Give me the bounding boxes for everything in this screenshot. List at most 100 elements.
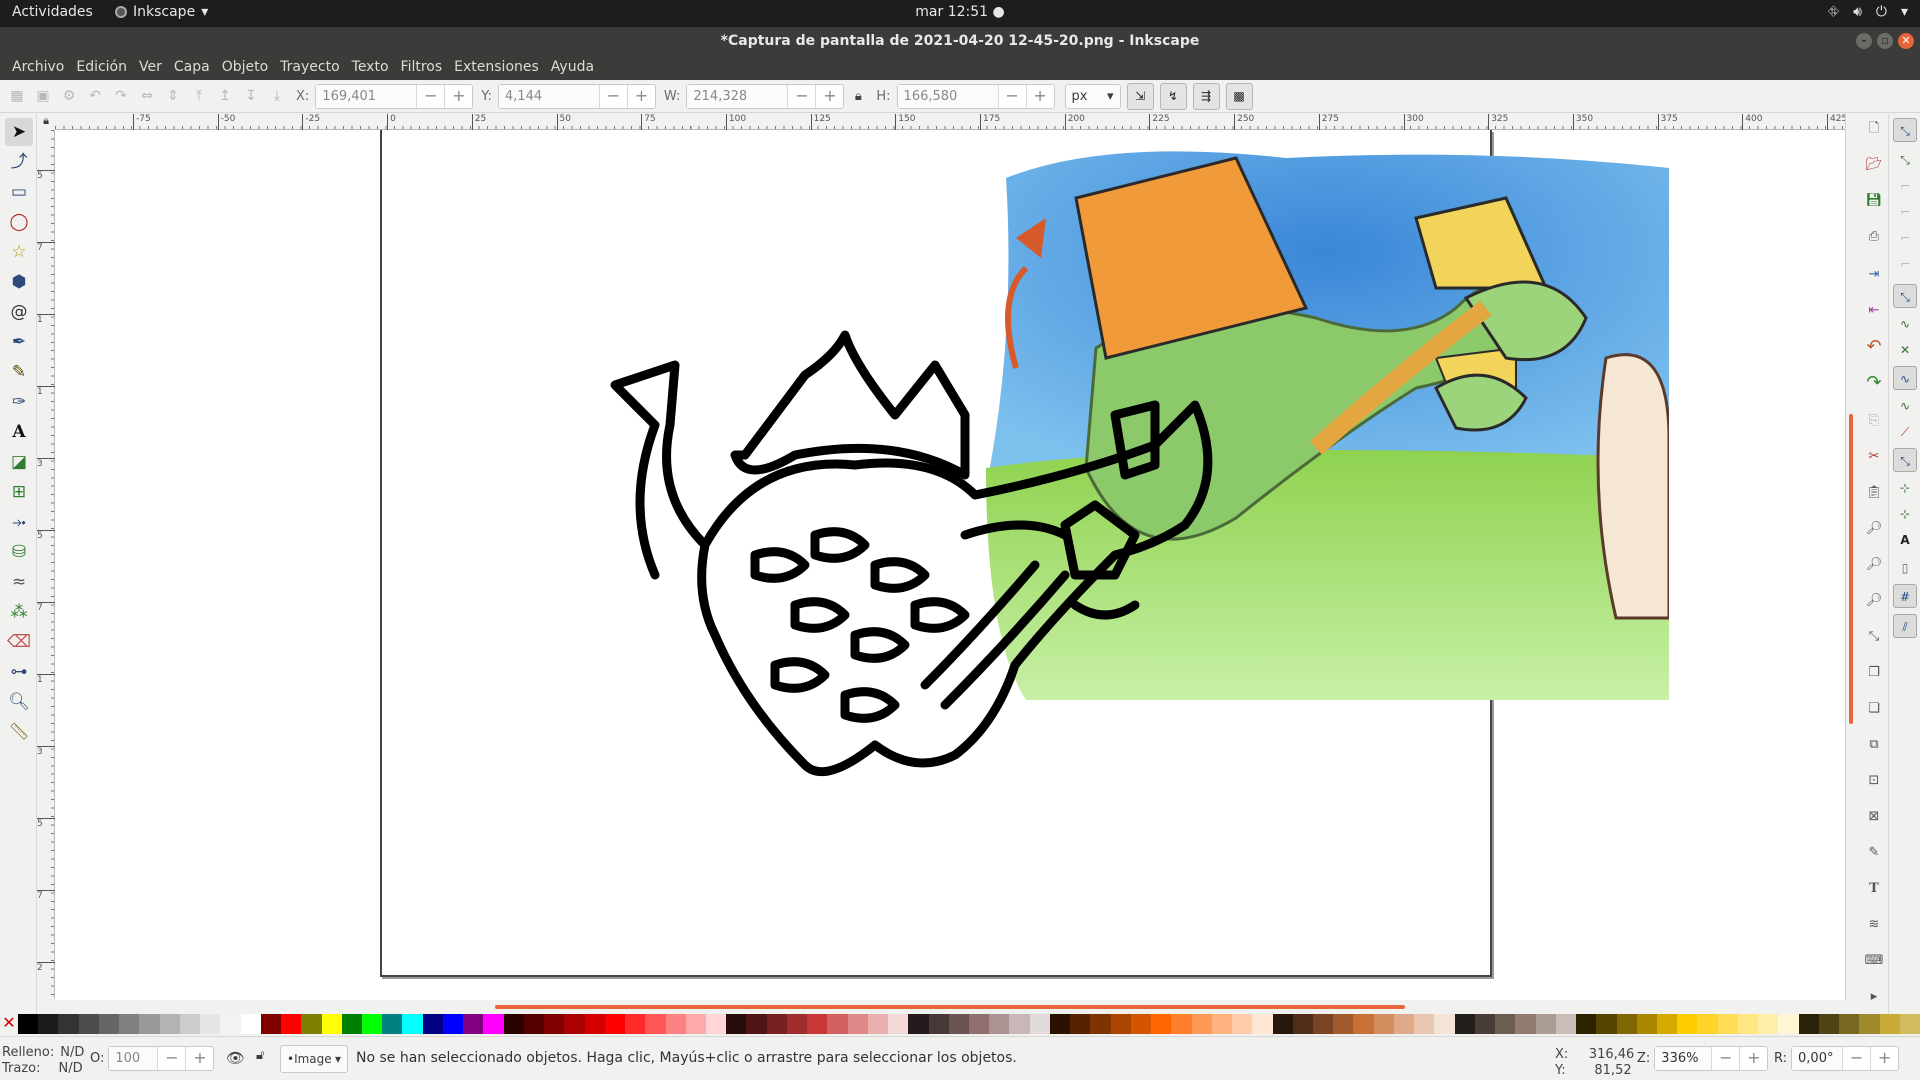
eraser-tool-icon[interactable]: ⌫ [5, 628, 33, 656]
rotation-increment-button[interactable]: + [1870, 1047, 1898, 1070]
dragon-line-art-drawing[interactable] [595, 305, 1355, 805]
zoom-increment-button[interactable]: + [1739, 1047, 1767, 1070]
zoom-page-width-icon[interactable]: ⤡ [1863, 626, 1885, 648]
color-swatch[interactable] [1899, 1014, 1920, 1034]
color-swatch[interactable] [1353, 1014, 1374, 1034]
deselect-icon[interactable]: ⚙ [58, 85, 80, 107]
color-swatch[interactable] [746, 1014, 767, 1034]
network-icon[interactable]: ⛗ [1828, 4, 1839, 20]
y-increment-button[interactable]: + [626, 84, 655, 108]
color-swatch[interactable] [361, 1014, 383, 1034]
color-swatch[interactable] [1798, 1014, 1819, 1034]
raise-to-top-icon[interactable]: ⤒ [188, 85, 210, 107]
snap-page-border-icon[interactable]: ▯ [1893, 556, 1917, 580]
w-input[interactable] [687, 84, 788, 108]
snap-bbox-corners-icon[interactable]: ⌐ [1893, 200, 1917, 224]
snap-bbox-edges-icon[interactable]: ⌐ [1893, 174, 1917, 198]
node-tool-icon[interactable]: ⤴ [5, 148, 33, 176]
color-swatch[interactable] [281, 1014, 302, 1034]
color-swatch[interactable] [827, 1014, 848, 1034]
color-swatch[interactable] [1839, 1014, 1860, 1034]
spiral-tool-icon[interactable]: @ [5, 298, 33, 326]
snap-rotation-centers-icon[interactable]: ⊹ [1893, 502, 1917, 526]
color-swatch[interactable] [58, 1014, 79, 1034]
snap-paths-icon[interactable]: ∿ [1893, 312, 1917, 336]
color-swatch[interactable] [301, 1014, 322, 1034]
layer-visibility-eye-icon[interactable]: 👁︎ [226, 1049, 245, 1067]
color-swatch[interactable] [928, 1014, 949, 1034]
ellipse-tool-icon[interactable]: ◯ [5, 208, 33, 236]
text-font-icon[interactable]: T [1863, 878, 1885, 900]
color-swatch[interactable] [220, 1014, 241, 1034]
color-swatch[interactable] [1130, 1014, 1152, 1034]
w-decrement-button[interactable]: − [787, 84, 815, 108]
horizontal-scrollbar[interactable] [55, 1002, 1845, 1012]
menu-archivo[interactable]: Archivo [6, 56, 70, 80]
export-icon[interactable]: ⇤ [1863, 300, 1885, 322]
paint-bucket-tool-icon[interactable]: ⛁ [5, 538, 33, 566]
mesh-tool-icon[interactable]: ⊞ [5, 478, 33, 506]
color-swatch[interactable] [1535, 1014, 1556, 1034]
tweak-tool-icon[interactable]: ≈ [5, 568, 33, 596]
star-tool-icon[interactable]: ☆ [5, 238, 33, 266]
menu-trayecto[interactable]: Trayecto [274, 56, 345, 80]
color-swatch[interactable] [523, 1014, 545, 1034]
3d-box-tool-icon[interactable]: ⬢ [5, 268, 33, 296]
opacity-input[interactable] [109, 1047, 158, 1070]
menu-filtros[interactable]: Filtros [395, 56, 449, 80]
system-tray[interactable]: ⛗ 🔊︎ ⏻ ▾ [1828, 4, 1908, 20]
x-decrement-button[interactable]: − [416, 84, 444, 108]
color-swatch[interactable] [1029, 1014, 1050, 1034]
color-swatch[interactable] [888, 1014, 909, 1034]
color-swatch[interactable] [1090, 1014, 1111, 1034]
lower-to-bottom-icon[interactable]: ⤓ [266, 85, 288, 107]
rotate-cw-icon[interactable]: ↷ [110, 85, 132, 107]
color-swatch[interactable] [1232, 1014, 1253, 1034]
color-swatch[interactable] [1292, 1014, 1313, 1034]
color-swatch[interactable] [1009, 1014, 1030, 1034]
calligraphy-tool-icon[interactable]: ✑ [5, 388, 33, 416]
color-swatch[interactable] [1737, 1014, 1759, 1034]
menu-texto[interactable]: Texto [346, 56, 395, 80]
h-input[interactable] [897, 84, 998, 108]
zoom-selection-icon[interactable]: 🔎︎ [1863, 518, 1885, 540]
color-swatch[interactable] [1373, 1014, 1394, 1034]
color-swatch[interactable] [503, 1014, 524, 1034]
xml-editor-icon[interactable]: ⌨ [1863, 950, 1885, 972]
minimize-button[interactable]: – [1856, 33, 1872, 49]
color-swatch[interactable] [584, 1014, 605, 1034]
x-input[interactable] [316, 84, 417, 108]
duplicate-icon[interactable]: ❐ [1863, 662, 1885, 684]
color-swatch[interactable] [1576, 1014, 1597, 1034]
lock-proportions-icon[interactable]: 🔒︎ [848, 89, 868, 104]
color-swatch[interactable] [1272, 1014, 1293, 1034]
menu-edicion[interactable]: Edición [70, 56, 133, 80]
color-swatch[interactable] [1636, 1014, 1657, 1034]
h-increment-button[interactable]: + [1025, 84, 1054, 108]
zoom-tool-icon[interactable]: 🔍︎ [5, 688, 33, 716]
zoom-decrement-button[interactable]: − [1711, 1047, 1739, 1070]
maximize-button[interactable]: ▫ [1877, 33, 1893, 49]
group-icon[interactable]: ⊡ [1863, 770, 1885, 792]
color-swatch[interactable] [38, 1014, 59, 1034]
color-swatch[interactable] [78, 1014, 99, 1034]
zoom-page-icon[interactable]: 🔎︎ [1863, 590, 1885, 612]
pencil-tool-icon[interactable]: ✎ [5, 358, 33, 386]
color-swatch[interactable] [1474, 1014, 1496, 1034]
color-swatch[interactable] [1110, 1014, 1131, 1034]
menu-ver[interactable]: Ver [133, 56, 168, 80]
menu-ayuda[interactable]: Ayuda [545, 56, 600, 80]
more-arrow-icon[interactable]: ▸ [1863, 986, 1885, 1008]
snap-guides-icon[interactable]: ⫽ [1893, 614, 1917, 638]
color-swatch[interactable] [1171, 1014, 1192, 1034]
import-icon[interactable]: ⇥ [1863, 264, 1885, 286]
h-decrement-button[interactable]: − [997, 84, 1026, 108]
color-swatch[interactable] [402, 1014, 423, 1034]
redo-icon[interactable]: ↷ [1863, 372, 1885, 394]
color-swatch[interactable] [625, 1014, 646, 1034]
color-swatch[interactable] [139, 1014, 160, 1034]
y-field[interactable]: − + [497, 83, 656, 109]
dropper-tool-icon[interactable]: ⤞ [5, 508, 33, 536]
no-paint-swatch[interactable]: ✕ [0, 1014, 18, 1034]
color-swatch[interactable] [1596, 1014, 1617, 1034]
